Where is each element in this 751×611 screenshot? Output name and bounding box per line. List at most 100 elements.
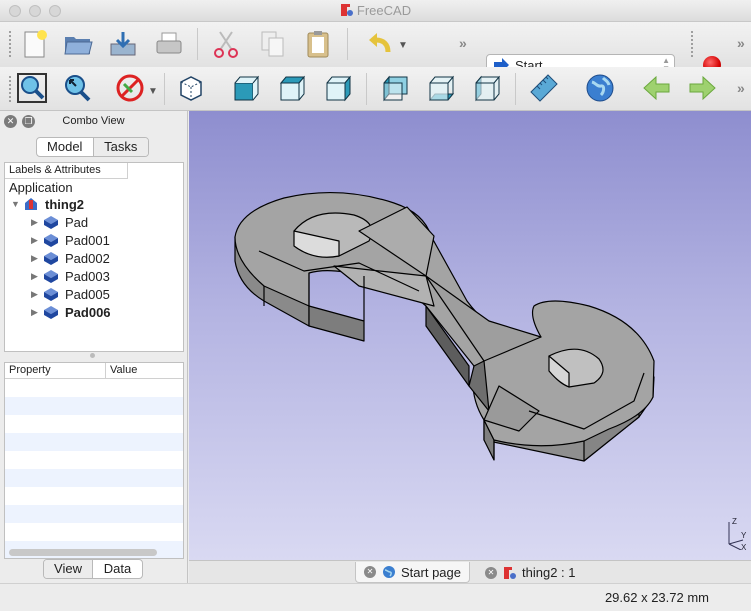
view-right-button[interactable] [321,71,355,105]
globe-icon [586,74,614,102]
panel-splitter-handle[interactable] [90,353,95,358]
print-button[interactable] [152,27,186,61]
pad-feature-icon [44,288,58,301]
tab-thing2[interactable]: ✕ thing2 : 1 [477,562,584,583]
toolbar-separator [515,73,516,105]
close-tab-icon[interactable]: ✕ [485,566,497,579]
toolbar-separator [164,73,165,105]
property-row [5,469,183,487]
undo-dropdown-arrow-icon[interactable]: ▼ [398,40,408,51]
tree-document-row[interactable]: ▼ thing2 [11,195,84,213]
collapsed-arrow-icon[interactable]: ▶ [31,289,43,300]
tree-item-label: Pad002 [65,250,110,266]
tab-view[interactable]: View [44,560,94,578]
property-row [5,505,183,523]
property-row [5,415,183,433]
column-value[interactable]: Value [106,363,137,378]
save-document-button[interactable] [106,27,140,61]
collapsed-arrow-icon[interactable]: ▶ [31,271,43,282]
s-hook-model[interactable] [189,111,751,560]
toolbar-overflow-chevron-right[interactable]: » [737,35,745,51]
dimension-readout: 29.62 x 23.72 mm [604,590,709,605]
tab-label: Start page [401,564,461,580]
collapsed-arrow-icon[interactable]: ▶ [31,307,43,318]
tree-item-pad001[interactable]: ▶ Pad001 [31,231,110,249]
pad-feature-icon [44,306,58,319]
magnifier-fit-icon [17,73,47,103]
fit-selection-button[interactable] [60,71,94,105]
collapsed-arrow-icon[interactable]: ▶ [31,235,43,246]
cube-front-icon [234,75,260,101]
close-tab-icon[interactable]: ✕ [364,566,376,578]
property-row [5,397,183,415]
tree-item-pad003[interactable]: ▶ Pad003 [31,267,110,285]
toolbar-grip[interactable] [690,30,694,58]
combo-view-tabs: Model Tasks [36,137,149,157]
tree-root-application[interactable]: Application [9,178,73,196]
combo-view-title: Combo View [62,115,125,127]
toolbar-overflow-chevron[interactable]: » [459,35,467,51]
3d-viewport[interactable]: Z Y X [189,111,751,560]
new-document-button[interactable] [17,27,51,61]
tree-item-pad006[interactable]: ▶ Pad006 [31,303,111,321]
cut-button[interactable] [209,27,243,61]
view-front-button[interactable] [229,71,263,105]
pad-feature-icon [44,270,58,283]
pad-feature-icon [44,252,58,265]
tab-tasks[interactable]: Tasks [93,138,148,156]
web-browser-button[interactable] [583,71,617,105]
collapsed-arrow-icon[interactable]: ▶ [31,217,43,228]
axis-x-label: X [741,543,747,550]
tab-start-page[interactable]: ✕ Start page [355,562,470,583]
view-isometric-button[interactable] [174,71,208,105]
navigate-back-button[interactable] [640,71,674,105]
window-title: FreeCAD [356,3,412,18]
arrow-left-icon [643,75,670,101]
collapsed-arrow-icon[interactable]: ▶ [31,253,43,264]
expand-arrow-icon[interactable]: ▼ [11,199,23,209]
cube-right-icon [326,75,352,102]
ruler-icon [530,74,558,102]
axis-z-label: Z [732,517,737,526]
combo-view-header: ✕ ❐ Combo View [0,111,187,133]
view-left-button[interactable] [470,71,504,105]
document-tab-bar: ✕ Start page ✕ thing2 : 1 [189,560,751,583]
view-bottom-button[interactable] [424,71,458,105]
toolbar-separator [347,28,348,60]
undo-button[interactable] [363,27,397,61]
toolbar-overflow-chevron-view[interactable]: » [737,80,745,96]
toolbar-grip[interactable] [8,75,12,103]
tab-data[interactable]: Data [93,560,142,578]
new-document-icon [24,30,47,58]
cube-top-icon [279,75,306,101]
model-tree: Labels & Attributes Application ▼ thing2… [4,162,184,352]
draw-style-button[interactable] [113,71,147,105]
view-top-button[interactable] [275,71,309,105]
tree-item-pad005[interactable]: ▶ Pad005 [31,285,110,303]
fit-all-button[interactable] [15,71,49,105]
draw-style-dropdown-arrow-icon[interactable]: ▼ [148,86,158,97]
column-property[interactable]: Property [5,363,106,378]
property-row [5,433,183,451]
tab-model[interactable]: Model [37,138,94,156]
copy-button[interactable] [256,27,290,61]
measure-distance-button[interactable] [527,71,561,105]
property-row [5,523,183,541]
cube-left-icon [475,75,501,102]
property-table: Property Value [4,362,184,559]
view-rear-button[interactable] [378,71,412,105]
horizontal-scrollbar[interactable] [9,549,157,556]
view-toolbar: ▼ » [0,67,751,111]
tree-item-pad[interactable]: ▶ Pad [31,213,88,231]
file-toolbar: ▼ » Start ▲▼ » [0,22,751,76]
globe-icon [383,566,395,578]
save-icon [110,32,136,56]
toolbar-grip[interactable] [8,30,12,58]
tree-column-header[interactable]: Labels & Attributes [5,163,128,179]
navigate-forward-button[interactable] [685,71,719,105]
tree-item-label: Pad [65,214,89,230]
status-bar: 29.62 x 23.72 mm [0,583,751,611]
open-document-button[interactable] [61,27,95,61]
tree-item-pad002[interactable]: ▶ Pad002 [31,249,110,267]
paste-button[interactable] [301,27,335,61]
